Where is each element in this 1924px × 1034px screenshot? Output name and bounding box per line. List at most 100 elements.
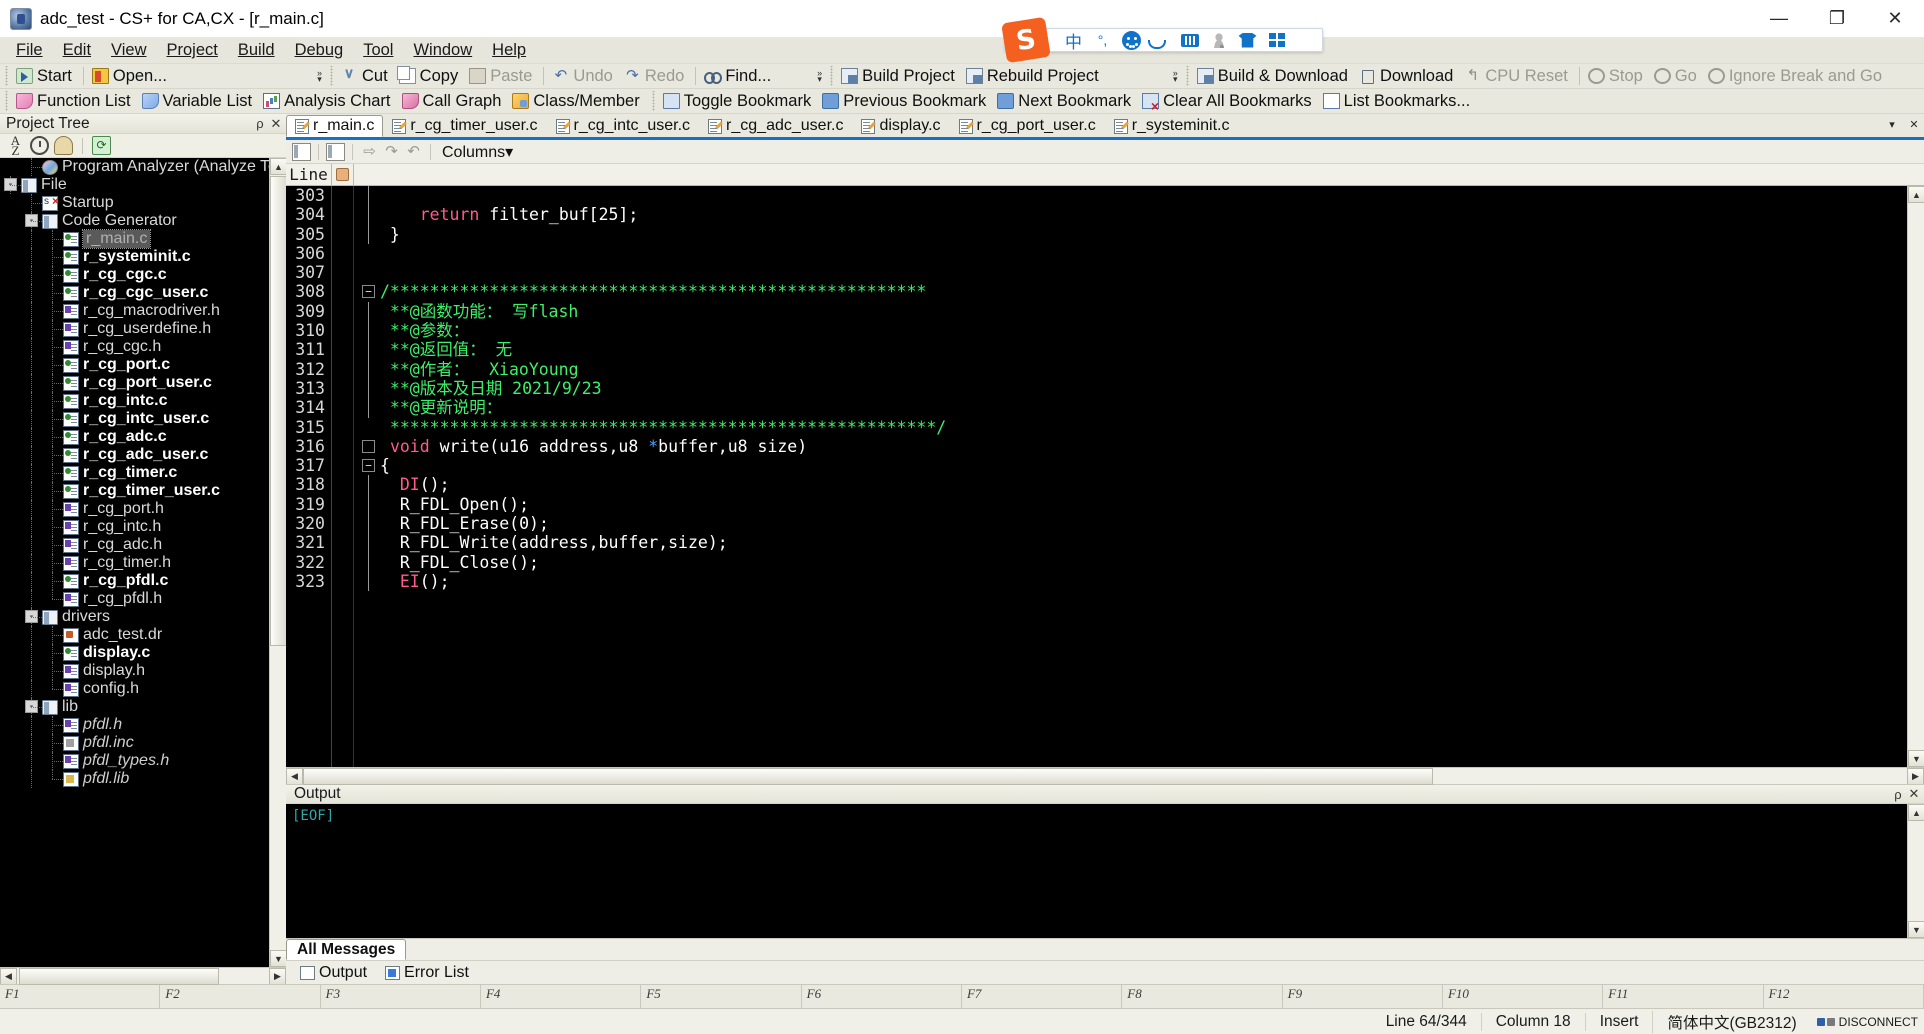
code-line[interactable]: −{	[362, 456, 1907, 475]
bookmark-slot[interactable]	[332, 282, 353, 301]
bookmark-slot[interactable]	[332, 186, 353, 205]
next-bookmark-button[interactable]: Next Bookmark	[993, 90, 1138, 113]
bookmark-slot[interactable]	[332, 205, 353, 224]
start-button[interactable]: Start	[12, 65, 79, 88]
open-button[interactable]: Open...	[88, 65, 174, 88]
code-hscroll-track[interactable]	[303, 767, 1907, 785]
tree-item-r-cg-timer-h[interactable]: r_cg_timer.h	[0, 554, 286, 572]
sort-az-icon[interactable]: AZ	[6, 134, 25, 157]
editor-redo-icon[interactable]: ↶	[404, 143, 423, 161]
close-panel-icon[interactable]: ✕	[268, 116, 284, 132]
code-line[interactable]: DI();	[368, 475, 1907, 495]
bottom-tab-error-list[interactable]: Error List	[377, 963, 477, 983]
code-line[interactable]: **@版本及日期 2021/9/23	[368, 378, 1907, 399]
menu-item-help[interactable]: Help	[482, 39, 536, 62]
toolbar-grip[interactable]	[3, 66, 10, 86]
tree-item-r-cg-cgc-h[interactable]: r_cg_cgc.h	[0, 338, 286, 356]
function-key-f6[interactable]: F6	[802, 985, 962, 1008]
build-project-button[interactable]: Build Project	[837, 65, 962, 88]
function-key-f2[interactable]: F2	[160, 985, 321, 1008]
tree-item-pfdl-types-h[interactable]: pfdl_types.h	[0, 752, 286, 770]
call-graph-button[interactable]: Call Graph	[398, 90, 509, 113]
toggle-bookmark-button[interactable]: Toggle Bookmark	[659, 90, 818, 113]
function-list-button[interactable]: Function List	[12, 90, 138, 113]
ime-emoji-button[interactable]	[1118, 29, 1145, 51]
tree-item-pfdl-lib[interactable]: pfdl.lib	[0, 770, 286, 788]
code-line[interactable]	[380, 263, 1907, 282]
download-button[interactable]: Download	[1355, 65, 1460, 88]
tree-item-config-h[interactable]: config.h	[0, 680, 286, 698]
editor-tab-r-main-c[interactable]: r_main.c	[286, 115, 384, 137]
ime-user-center-button[interactable]	[1205, 29, 1232, 51]
fold-toggle-icon[interactable]	[362, 439, 375, 453]
function-key-f12[interactable]: F12	[1764, 985, 1924, 1008]
output-tab-all-messages[interactable]: All Messages	[286, 939, 407, 960]
function-key-f8[interactable]: F8	[1122, 985, 1283, 1008]
bookmark-slot[interactable]	[332, 437, 353, 456]
tree-vertical-scrollbar[interactable]: ▲ ▼	[269, 158, 286, 967]
editor-tab-r-cg-timer-user-c[interactable]: r_cg_timer_user.c	[383, 115, 546, 137]
code-scroll-up-button[interactable]: ▲	[1908, 186, 1924, 203]
analysis-chart-button[interactable]: Analysis Chart	[259, 90, 397, 113]
bookmark-slot[interactable]	[332, 514, 353, 533]
find-button[interactable]: Find...	[700, 65, 778, 88]
tree-item-display-c[interactable]: display.c	[0, 644, 286, 662]
tree-horizontal-scrollbar[interactable]: ◀ ▶	[0, 967, 286, 985]
pin-icon[interactable]: ρ	[252, 116, 268, 132]
bookmark-slot[interactable]	[332, 340, 353, 359]
tree-hscroll-left-button[interactable]: ◀	[0, 967, 17, 985]
tree-item-r-cg-pfdl-c[interactable]: r_cg_pfdl.c	[0, 572, 286, 590]
ime-soft-keyboard-button[interactable]	[1176, 29, 1203, 51]
bookmark-slot[interactable]	[332, 263, 353, 282]
close-button[interactable]: ✕	[1866, 0, 1924, 37]
tree-item-r-cg-pfdl-h[interactable]: r_cg_pfdl.h	[0, 590, 286, 608]
menu-item-build[interactable]: Build	[228, 39, 285, 62]
bookmark-column-header[interactable]	[332, 163, 354, 186]
tree-item-r-systeminit-c[interactable]: r_systeminit.c	[0, 248, 286, 266]
output-pin-icon[interactable]: ρ	[1890, 786, 1906, 802]
bookmark-slot[interactable]	[332, 321, 353, 340]
bookmark-gutter[interactable]	[332, 186, 354, 767]
code-hscroll-thumb[interactable]	[303, 767, 1433, 785]
copy-button[interactable]: Copy	[395, 65, 466, 88]
bookmark-slot[interactable]	[332, 495, 353, 514]
tree-expander[interactable]: -	[4, 178, 17, 191]
code-scroll-down-button[interactable]: ▼	[1908, 750, 1924, 767]
refresh-icon[interactable]: ⟳	[92, 136, 111, 155]
goto-icon[interactable]: ⇨	[360, 143, 379, 161]
code-line[interactable]: **@参数：	[368, 321, 1907, 341]
bookmark-slot[interactable]	[332, 398, 353, 417]
ime-punctuation-mode-button[interactable]: °,	[1089, 29, 1116, 51]
tree-item-r-cg-intc-c[interactable]: r_cg_intc.c	[0, 392, 286, 410]
code-line[interactable]: EI();	[368, 571, 1907, 592]
output-close-icon[interactable]: ✕	[1906, 786, 1922, 802]
tree-item-r-cg-port-c[interactable]: r_cg_port.c	[0, 356, 286, 374]
list-bookmarks-button[interactable]: List Bookmarks...	[1319, 90, 1478, 113]
code-text-area[interactable]: return filter_buf[25]; } −/**************…	[354, 186, 1907, 767]
code-line[interactable]: }	[368, 224, 1907, 244]
output-scroll-down-button[interactable]: ▼	[1908, 921, 1924, 938]
menu-item-project[interactable]: Project	[157, 39, 228, 62]
output-vertical-scrollbar[interactable]: ▲ ▼	[1907, 804, 1924, 938]
function-key-f7[interactable]: F7	[962, 985, 1123, 1008]
function-key-f4[interactable]: F4	[481, 985, 642, 1008]
tree-item-pfdl-inc[interactable]: pfdl.inc	[0, 734, 286, 752]
tree-hscroll-track[interactable]	[17, 967, 269, 985]
project-tree-view[interactable]: Program Analyzer (Analyze To - FileStartup…	[0, 158, 286, 967]
build-and-download-button[interactable]: Build & Download	[1193, 65, 1355, 88]
code-line[interactable]: −/**************************************…	[362, 282, 1907, 301]
history-icon[interactable]	[30, 136, 49, 155]
tree-item-r-cg-intc-user-c[interactable]: r_cg_intc_user.c	[0, 410, 286, 428]
go-button[interactable]: Go	[1650, 65, 1704, 88]
ime-voice-input-button[interactable]	[1147, 29, 1174, 51]
menu-item-window[interactable]: Window	[403, 39, 482, 62]
previous-bookmark-button[interactable]: Previous Bookmark	[818, 90, 993, 113]
code-line[interactable]: **@函数功能： 写flash	[368, 301, 1907, 322]
bookmark-slot[interactable]	[332, 302, 353, 321]
bookmark-slot[interactable]	[332, 456, 353, 475]
sogou-logo-icon[interactable]: S	[1001, 16, 1051, 64]
rebuild-project-button[interactable]: Rebuild Project	[962, 65, 1106, 88]
code-line[interactable]: void write(u16 address,u8 *buffer,u8 siz…	[362, 437, 1907, 456]
ime-skin-button[interactable]	[1234, 29, 1261, 51]
function-key-f9[interactable]: F9	[1283, 985, 1443, 1008]
